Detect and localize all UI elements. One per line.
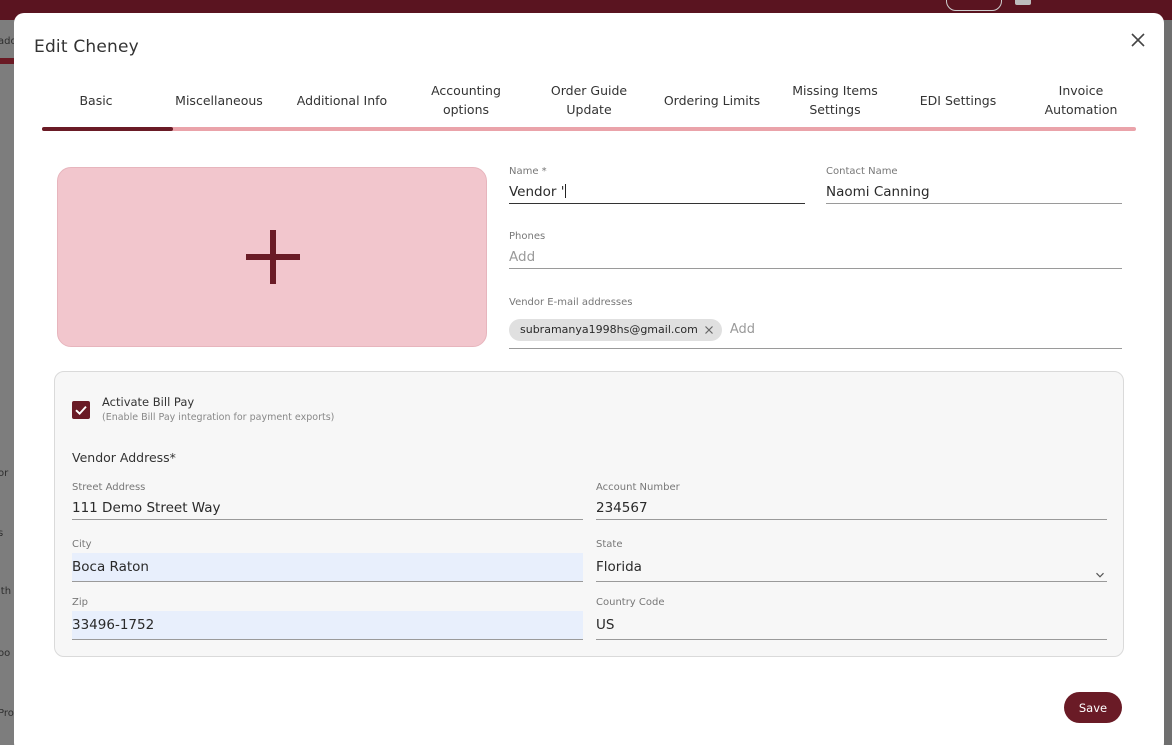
name-value: Vendor ': [509, 184, 565, 200]
contact-name-input[interactable]: Naomi Canning: [826, 180, 1122, 204]
tab-track: [42, 127, 1136, 131]
modal-title: Edit Cheney: [34, 37, 139, 57]
phones-label: Phones: [509, 231, 546, 242]
background-sidebar-accent: [0, 58, 14, 64]
tab-bar: Basic Miscellaneous Additional Info Acco…: [42, 73, 1136, 133]
account-number-label: Account Number: [596, 482, 680, 493]
street-address-input[interactable]: 111 Demo Street Way: [72, 496, 583, 520]
plus-icon: [246, 230, 300, 284]
city-field: City Boca Raton: [72, 539, 583, 582]
background-pill-button: [946, 0, 1002, 11]
phones-input[interactable]: Add: [509, 245, 1122, 269]
tab-accounting-options[interactable]: Accounting options: [424, 73, 508, 127]
edit-vendor-modal: Edit Cheney Basic Miscellaneous Addition…: [14, 13, 1164, 745]
bill-pay-checkbox[interactable]: [72, 401, 90, 419]
street-address-label: Street Address: [72, 482, 146, 493]
image-upload-dropzone[interactable]: [57, 167, 487, 347]
city-label: City: [72, 539, 92, 550]
email-chip: subramanya1998hs@gmail.com: [509, 318, 722, 341]
tab-order-guide-update[interactable]: Order Guide Update: [546, 73, 632, 127]
state-select[interactable]: Florida: [596, 553, 1107, 582]
background-square-icon: [1015, 0, 1031, 5]
account-number-input[interactable]: 234567: [596, 496, 1107, 520]
country-code-label: Country Code: [596, 597, 665, 608]
state-value: Florida: [596, 553, 1107, 582]
country-code-field: Country Code US: [596, 597, 1107, 640]
tab-basic[interactable]: Basic: [42, 73, 150, 127]
chevron-down-icon: [1095, 564, 1105, 578]
bill-pay-section: Activate Bill Pay (Enable Bill Pay integ…: [54, 371, 1124, 657]
phones-field: Phones Add: [509, 231, 1122, 269]
vendor-emails-label: Vendor E-mail addresses: [509, 297, 633, 308]
tab-edi-settings[interactable]: EDI Settings: [912, 73, 1004, 127]
bill-pay-title: Activate Bill Pay: [102, 395, 195, 409]
tab-invoice-automation[interactable]: Invoice Automation: [1022, 73, 1140, 127]
background-sidebar-text: s: [0, 528, 4, 539]
vendor-emails-input[interactable]: subramanya1998hs@gmail.com Add: [509, 311, 1122, 349]
state-label: State: [596, 539, 623, 550]
bill-pay-subtitle: (Enable Bill Pay integration for payment…: [102, 412, 335, 423]
tab-additional-info[interactable]: Additional Info: [292, 73, 392, 127]
email-chip-label: subramanya1998hs@gmail.com: [520, 323, 698, 336]
account-number-field: Account Number 234567: [596, 482, 1107, 520]
city-input[interactable]: Boca Raton: [72, 553, 583, 582]
background-sidebar-text: or: [0, 468, 9, 479]
vendor-emails-field: Vendor E-mail addresses subramanya1998hs…: [509, 297, 1122, 349]
background-sidebar-text: lth: [0, 586, 12, 597]
text-caret: [565, 184, 567, 198]
street-address-field: Street Address 111 Demo Street Way: [72, 482, 583, 520]
background-sidebar-text: Pro: [0, 708, 14, 719]
email-add-placeholder[interactable]: Add: [730, 322, 755, 337]
vendor-address-heading: Vendor Address*: [72, 450, 176, 465]
background-sidebar: ado or s lth oo Pro: [0, 20, 17, 745]
name-field: Name * Vendor ': [509, 166, 805, 204]
name-input[interactable]: Vendor ': [509, 180, 805, 204]
chip-remove-icon[interactable]: [704, 325, 714, 335]
close-icon[interactable]: [1128, 30, 1148, 50]
contact-name-label: Contact Name: [826, 166, 898, 177]
contact-name-field: Contact Name Naomi Canning: [826, 166, 1122, 204]
zip-field: Zip 33496-1752: [72, 597, 583, 640]
name-label: Name *: [509, 166, 547, 177]
tab-missing-items-settings[interactable]: Missing Items Settings: [788, 73, 882, 127]
background-sidebar-text: oo: [0, 648, 11, 659]
tab-ordering-limits[interactable]: Ordering Limits: [662, 73, 762, 127]
tab-active-indicator: [42, 127, 173, 131]
zip-input[interactable]: 33496-1752: [72, 611, 583, 640]
save-button[interactable]: Save: [1064, 692, 1122, 723]
country-code-input[interactable]: US: [596, 611, 1107, 640]
zip-label: Zip: [72, 597, 88, 608]
state-field: State Florida: [596, 539, 1107, 582]
tab-miscellaneous[interactable]: Miscellaneous: [167, 73, 271, 127]
